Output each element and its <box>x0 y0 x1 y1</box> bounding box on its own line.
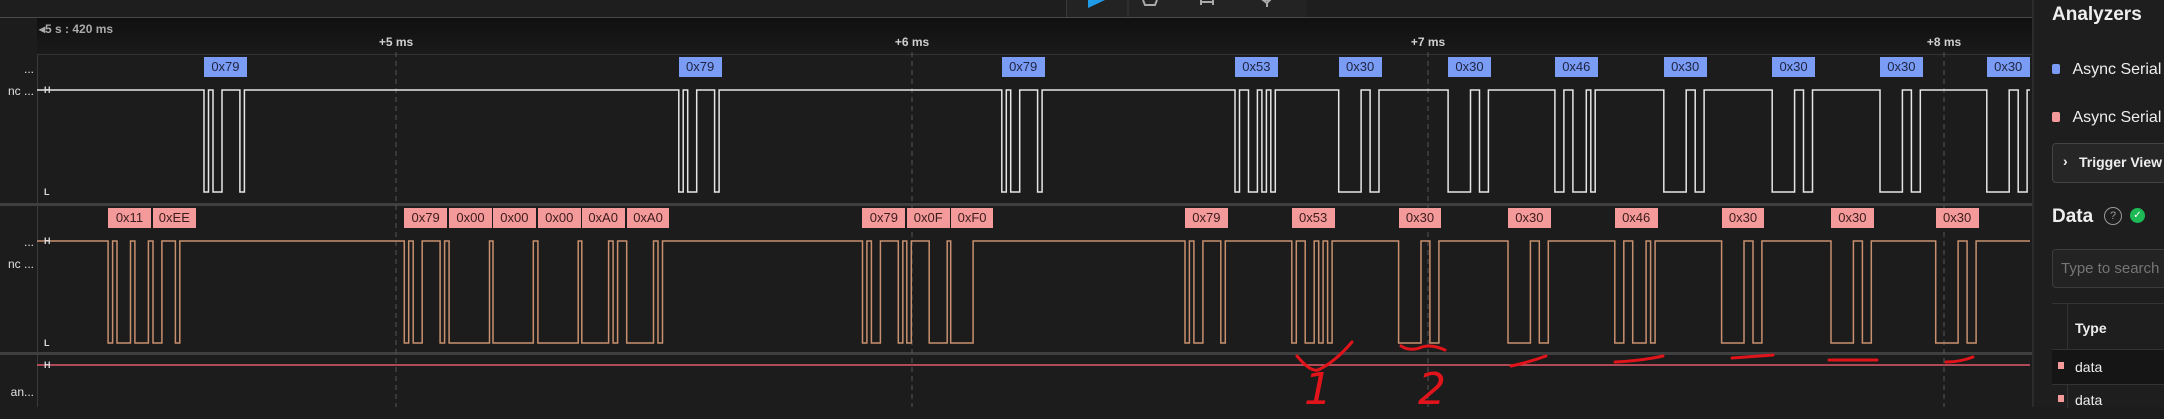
decoded-byte-label[interactable]: 0x30 <box>1398 208 1442 228</box>
analyzers-title: Analyzers <box>2052 4 2142 25</box>
trigger-view-label: Trigger View <box>2079 154 2162 170</box>
data-search-input[interactable] <box>2052 249 2164 288</box>
channel-0-waveform <box>37 89 2030 193</box>
decoded-byte-label[interactable]: 0x46 <box>1614 208 1658 228</box>
channel-1-high-marker: H <box>44 236 51 246</box>
decoded-byte-label[interactable]: 0x30 <box>1507 208 1551 228</box>
row-type: data <box>2075 359 2103 375</box>
decoded-byte-label[interactable]: 0xF0 <box>950 208 994 228</box>
table-row[interactable]: data <box>2052 349 2164 384</box>
annotation-stroke <box>1730 353 1775 360</box>
decoded-byte-label[interactable]: 0x79 <box>862 208 906 228</box>
annotation-stroke <box>1944 355 1975 364</box>
chevron-right-icon: › <box>2063 153 2068 169</box>
help-icon[interactable]: ? <box>2104 207 2122 225</box>
channel-0-low-marker: L <box>44 187 50 197</box>
row-color-icon <box>2058 395 2064 402</box>
decoded-byte-label[interactable]: 0x79 <box>678 57 722 77</box>
annotation-stroke <box>1613 354 1665 364</box>
decoded-byte-label[interactable]: 0x30 <box>1772 57 1815 77</box>
annotation-number: 2 <box>1418 364 1446 407</box>
right-sidebar: Analyzers Async Serial Async Serial › Tr… <box>2032 0 2164 408</box>
decoded-byte-label[interactable]: 0xEE <box>152 208 196 228</box>
data-title: Data <box>2052 206 2094 227</box>
analyzer-color-icon <box>2052 64 2060 74</box>
decoded-byte-label[interactable]: 0x30 <box>1880 57 1923 77</box>
decoded-byte-label[interactable]: 0x79 <box>204 57 247 77</box>
channel-1-low-marker: L <box>44 338 50 348</box>
row-color-icon <box>2058 362 2064 369</box>
annotation-stroke <box>1399 344 1447 352</box>
analyzer-item[interactable]: Async Serial <box>2052 109 2161 127</box>
decoded-byte-label[interactable]: 0x79 <box>1184 208 1228 228</box>
decoded-byte-label[interactable]: 0x30 <box>1830 208 1874 228</box>
decoded-byte-label[interactable]: 0x30 <box>1448 57 1491 77</box>
decoded-byte-label[interactable]: 0x00 <box>493 208 536 228</box>
decoded-byte-label[interactable]: 0xA0 <box>581 208 625 228</box>
analyzer-color-icon <box>2052 112 2060 122</box>
decoded-byte-label[interactable]: 0x79 <box>404 208 448 228</box>
time-tick-label: +7 ms <box>1411 35 1446 49</box>
table-row[interactable]: data <box>2052 384 2164 419</box>
decoded-byte-label[interactable]: 0x53 <box>1235 57 1278 77</box>
column-header-type[interactable]: Type <box>2075 320 2107 336</box>
decoded-byte-label[interactable]: 0x11 <box>108 208 151 228</box>
row-type: data <box>2075 392 2103 408</box>
decoded-byte-label[interactable]: 0x0F <box>906 208 950 228</box>
decoded-byte-label[interactable]: 0x30 <box>1935 208 1979 228</box>
decoded-byte-label[interactable]: 0x79 <box>1001 57 1045 77</box>
channel-1-waveform <box>37 240 2030 344</box>
channel-0-high-marker: H <box>44 85 51 95</box>
trigger-view-button[interactable]: › Trigger View <box>2052 143 2164 183</box>
decoded-byte-label[interactable]: 0x53 <box>1291 208 1335 228</box>
time-tick-label: +6 ms <box>895 35 930 49</box>
decoded-byte-label[interactable]: 0x46 <box>1554 57 1598 77</box>
channel-2-high-marker: H <box>44 360 51 370</box>
analyzer-name: Async Serial <box>2072 109 2162 126</box>
decoded-byte-label[interactable]: 0x00 <box>449 208 492 228</box>
annotation-number: 1 <box>1304 364 1332 407</box>
status-check-icon: ✓ <box>2130 208 2145 223</box>
analyzer-name: Async Serial <box>2072 61 2162 78</box>
decoded-byte-label[interactable]: 0x30 <box>1338 57 1382 77</box>
table-header: Type <box>2052 303 2164 408</box>
time-tick-label: +5 ms <box>379 35 414 49</box>
decoded-byte-label[interactable]: 0x00 <box>537 208 581 228</box>
decoded-byte-label[interactable]: 0xA0 <box>626 208 670 228</box>
decoded-byte-label[interactable]: 0x30 <box>1721 208 1765 228</box>
decoded-byte-label[interactable]: 0x30 <box>1986 57 2030 77</box>
analyzer-item[interactable]: Async Serial <box>2052 61 2161 79</box>
decoded-byte-label[interactable]: 0x30 <box>1663 57 1707 77</box>
time-tick-label: +8 ms <box>1927 35 1962 49</box>
